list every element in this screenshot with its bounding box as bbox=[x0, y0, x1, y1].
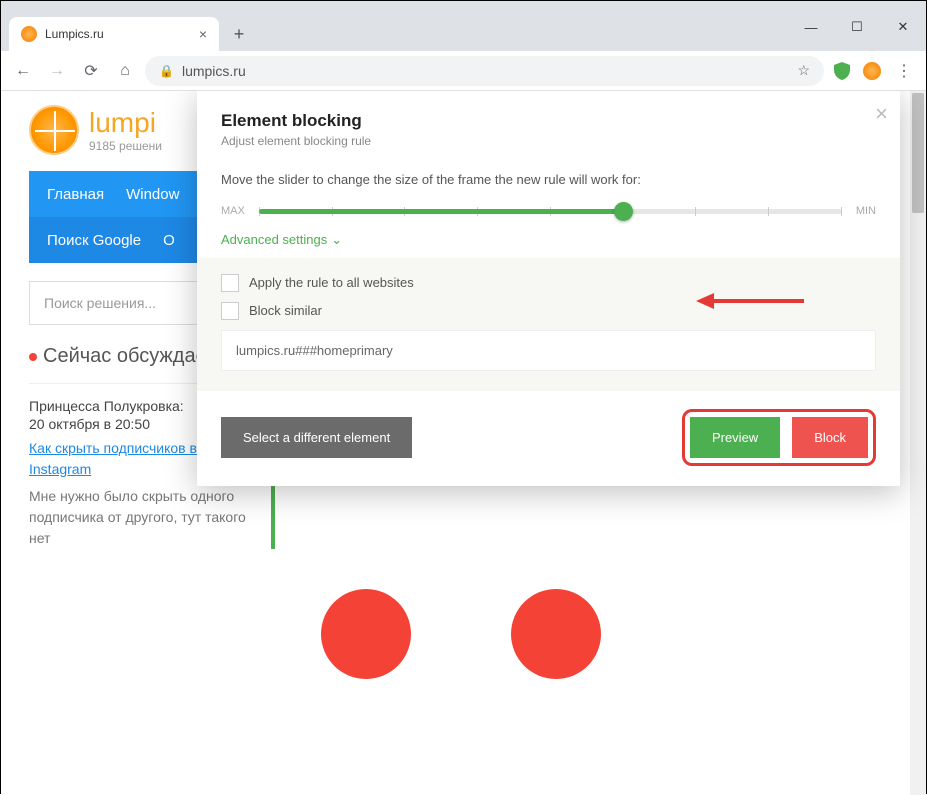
home-button[interactable]: ⌂ bbox=[111, 57, 139, 85]
extension-icon[interactable] bbox=[860, 59, 884, 83]
menu-button[interactable]: ⋮ bbox=[890, 57, 918, 85]
sidebar-heading-text: Сейчас обсуждаем bbox=[43, 345, 220, 367]
apply-all-label: Apply the rule to all websites bbox=[249, 275, 414, 290]
forward-button[interactable]: → bbox=[43, 57, 71, 85]
modal-subtitle: Adjust element blocking rule bbox=[221, 134, 876, 148]
tab-strip: Lumpics.ru × + — ☐ ✕ bbox=[1, 11, 926, 51]
rule-input[interactable]: lumpics.ru###homeprimary bbox=[221, 330, 876, 371]
nav-item-about[interactable]: О bbox=[163, 232, 175, 249]
advanced-settings-toggle[interactable]: Advanced settings ⌄ bbox=[221, 232, 342, 248]
nav-item-search[interactable]: Поиск Google bbox=[47, 232, 141, 249]
block-button[interactable]: Block bbox=[792, 417, 868, 458]
favicon-icon bbox=[21, 26, 37, 42]
modal-actions-row: Select a different element Preview Block bbox=[221, 391, 876, 466]
action-highlight: Preview Block bbox=[682, 409, 876, 466]
preview-button[interactable]: Preview bbox=[690, 417, 780, 458]
bookmark-star-icon[interactable]: ☆ bbox=[797, 62, 810, 79]
back-button[interactable]: ← bbox=[9, 57, 37, 85]
tab-title: Lumpics.ru bbox=[45, 27, 104, 41]
size-slider-row: MAX MIN bbox=[221, 205, 876, 217]
annotation-arrow-icon bbox=[696, 289, 806, 313]
slider-instruction: Move the slider to change the size of th… bbox=[221, 172, 876, 187]
block-similar-label: Block similar bbox=[249, 303, 322, 318]
vertical-scrollbar[interactable] bbox=[910, 91, 926, 795]
site-name: lumpi bbox=[89, 107, 162, 139]
reload-button[interactable]: ⟳ bbox=[77, 57, 105, 85]
close-window-button[interactable]: ✕ bbox=[880, 11, 926, 43]
slider-max-label: MAX bbox=[221, 205, 245, 217]
size-slider[interactable] bbox=[259, 209, 842, 214]
lock-icon: 🔒 bbox=[159, 64, 174, 78]
slider-thumb[interactable] bbox=[614, 202, 633, 221]
slider-min-label: MIN bbox=[856, 205, 876, 217]
adguard-extension-icon[interactable] bbox=[830, 59, 854, 83]
logo-text-block: lumpi 9185 решени bbox=[89, 107, 162, 153]
select-different-button[interactable]: Select a different element bbox=[221, 417, 412, 458]
site-tagline: 9185 решени bbox=[89, 139, 162, 153]
url-text: lumpics.ru bbox=[182, 63, 246, 79]
browser-toolbar: ← → ⟳ ⌂ 🔒 lumpics.ru ☆ ⋮ bbox=[1, 51, 926, 91]
search-input[interactable]: Поиск решения... bbox=[29, 281, 209, 325]
checkbox-icon[interactable] bbox=[221, 302, 239, 320]
slider-fill bbox=[259, 209, 620, 214]
advanced-settings-label: Advanced settings bbox=[221, 232, 327, 247]
address-bar[interactable]: 🔒 lumpics.ru ☆ bbox=[145, 56, 824, 86]
red-circle-icon bbox=[511, 589, 601, 679]
live-dot-icon bbox=[29, 353, 37, 361]
modal-title: Element blocking bbox=[221, 111, 876, 131]
comment-text: Мне нужно было скрыть одного подписчика … bbox=[29, 486, 249, 549]
nav-item-home[interactable]: Главная bbox=[47, 186, 104, 203]
advanced-settings-panel: Apply the rule to all websites Block sim… bbox=[197, 258, 900, 391]
titlebar-top bbox=[1, 1, 926, 11]
chevron-down-icon: ⌄ bbox=[331, 232, 342, 248]
close-tab-icon[interactable]: × bbox=[199, 26, 207, 42]
scrollbar-thumb[interactable] bbox=[912, 93, 924, 213]
logo-icon bbox=[29, 105, 79, 155]
checkbox-icon[interactable] bbox=[221, 274, 239, 292]
nav-item-windows[interactable]: Window bbox=[126, 186, 179, 203]
maximize-button[interactable]: ☐ bbox=[834, 11, 880, 43]
minimize-button[interactable]: — bbox=[788, 11, 834, 43]
viewport: lumpi 9185 решени Главная Window Поиск G… bbox=[1, 91, 926, 795]
red-circle-icon bbox=[321, 589, 411, 679]
new-tab-button[interactable]: + bbox=[225, 20, 253, 48]
browser-tab[interactable]: Lumpics.ru × bbox=[9, 17, 219, 51]
window-controls: — ☐ ✕ bbox=[788, 11, 926, 51]
close-modal-button[interactable]: × bbox=[875, 101, 888, 127]
